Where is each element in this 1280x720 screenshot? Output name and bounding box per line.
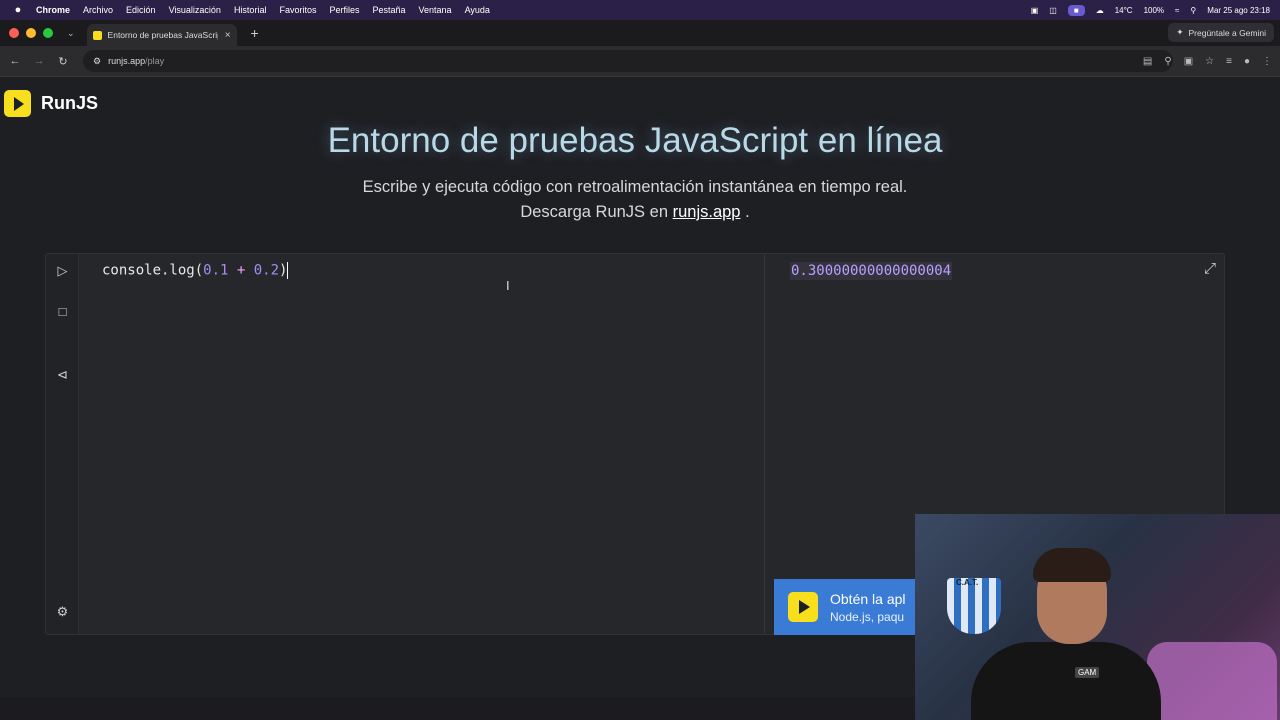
share-icon[interactable]: ⊲: [46, 367, 79, 383]
more-menu-icon[interactable]: ⋮: [1262, 56, 1272, 67]
weather-icon[interactable]: ☁: [1096, 6, 1104, 15]
gemini-button[interactable]: ✦ Pregúntale a Gemini: [1168, 23, 1274, 42]
minimize-window-button[interactable]: [26, 28, 36, 38]
banner-runjs-logo-icon: [788, 592, 818, 622]
tab-search-chevron-icon[interactable]: ⌄: [67, 28, 75, 39]
settings-gear-icon[interactable]: ⚙: [46, 604, 79, 620]
browser-actions: ▤ ⚲ ▣ ☆ ≡ ● ⋮: [1143, 46, 1272, 77]
club-badge-text: C.A.T.: [956, 578, 979, 587]
temperature[interactable]: 14°C: [1115, 6, 1133, 15]
tab-title: Entorno de pruebas JavaScript: [107, 30, 218, 40]
code-editor[interactable]: console.log(0.1 + 0.2): [102, 262, 289, 279]
battery-level[interactable]: 100%: [1144, 6, 1164, 15]
banner-subtitle: Node.js, paqu: [830, 609, 905, 624]
screen-icon[interactable]: ◫: [1049, 6, 1057, 15]
menu-perfiles[interactable]: Perfiles: [329, 5, 359, 15]
hero: Entorno de pruebas JavaScript en línea E…: [0, 121, 1270, 225]
subtitle-line-1: Escribe y ejecuta código con retroalimen…: [362, 178, 908, 196]
run-play-icon[interactable]: ▷: [46, 263, 79, 279]
extension-icon[interactable]: ▣: [1031, 6, 1039, 15]
translate-icon[interactable]: ▤: [1143, 56, 1152, 67]
zoom-icon[interactable]: ⚲: [1164, 56, 1171, 67]
control-pill-icon[interactable]: ■: [1067, 4, 1085, 16]
pane-divider[interactable]: [764, 254, 765, 634]
shirt-logo-text: GAM: [1075, 667, 1100, 678]
person-hair-image: [1033, 548, 1111, 582]
menu-edicion[interactable]: Edición: [126, 5, 156, 15]
page-subtitle: Escribe y ejecuta código con retroalimen…: [0, 175, 1270, 225]
browser-toolbar: ← → ↻ ⚙ runjs.app/play ▤ ⚲ ▣ ☆ ≡ ● ⋮: [0, 46, 1280, 77]
menu-pestana[interactable]: Pestaña: [372, 5, 405, 15]
expand-fullscreen-icon[interactable]: ⤢: [1204, 260, 1216, 277]
reading-list-icon[interactable]: ≡: [1226, 56, 1232, 67]
runjs-brand[interactable]: RunJS: [4, 90, 98, 117]
profile-avatar[interactable]: ●: [1244, 56, 1250, 67]
close-tab-icon[interactable]: ×: [225, 30, 231, 41]
gemini-label: Pregúntale a Gemini: [1188, 27, 1267, 38]
menu-bar-status: ▣ ◫ ■ ☁ 14°C 100% ≈ ⚲ Mar 25 ago 23:18: [1031, 0, 1270, 20]
code-operator: +: [228, 262, 254, 279]
close-window-button[interactable]: [9, 28, 19, 38]
wifi-icon[interactable]: ≈: [1175, 6, 1179, 15]
webcam-overlay: C.A.T. GAM: [915, 514, 1280, 720]
code-number-b: 0.2: [253, 262, 280, 279]
banner-title: Obtén la apl: [830, 590, 906, 607]
code-number-a: 0.1: [203, 262, 229, 279]
page-title: Entorno de pruebas JavaScript en línea: [327, 121, 943, 160]
url-path: /play: [145, 56, 165, 66]
output-value: 0.30000000000000004: [790, 262, 953, 280]
site-info-icon[interactable]: ⚙: [93, 56, 101, 67]
get-app-banner[interactable]: Obtén la apl Node.js, paqu: [774, 579, 916, 635]
browser-tab-strip: ⌄ Entorno de pruebas JavaScript × + ✦ Pr…: [0, 20, 1280, 46]
gemini-spark-icon: ✦: [1176, 27, 1184, 37]
text-caret: [287, 262, 289, 279]
runjs-logo-icon: [4, 90, 31, 117]
person-body-image: [971, 642, 1161, 720]
subtitle-period: .: [745, 203, 750, 221]
menu-ventana[interactable]: Ventana: [419, 5, 452, 15]
subtitle-line-2: Descarga RunJS en runjs.app .: [0, 200, 1270, 225]
install-app-icon[interactable]: ▣: [1184, 56, 1193, 67]
runjs-page: RunJS Entorno de pruebas JavaScript en l…: [0, 77, 1280, 720]
ibeam-cursor-icon: I: [506, 278, 510, 293]
window-controls: [9, 28, 53, 38]
menu-favoritos[interactable]: Favoritos: [279, 5, 316, 15]
spotlight-search-icon[interactable]: ⚲: [1190, 6, 1196, 15]
menu-ayuda[interactable]: Ayuda: [465, 5, 490, 15]
menu-visualizacion[interactable]: Visualización: [169, 5, 221, 15]
brand-name: RunJS: [41, 93, 99, 113]
address-bar[interactable]: ⚙ runjs.app/play: [83, 50, 1173, 72]
url-host: runjs.app: [108, 56, 146, 66]
subtitle-download-text: Descarga RunJS en: [520, 203, 668, 221]
reload-icon[interactable]: ↻: [51, 55, 75, 68]
macos-menu-bar: ● Chrome Archivo Edición Visualización H…: [0, 0, 1280, 20]
datetime[interactable]: Mar 25 ago 23:18: [1207, 6, 1270, 15]
code-function-call: console.log(: [102, 262, 204, 279]
runjs-app-link[interactable]: runjs.app: [673, 203, 741, 221]
menu-historial[interactable]: Historial: [234, 5, 267, 15]
bookmark-star-icon[interactable]: ☆: [1205, 56, 1214, 67]
back-arrow-icon[interactable]: ←: [3, 55, 27, 67]
stop-square-icon[interactable]: □: [46, 304, 79, 319]
browser-tab-active[interactable]: Entorno de pruebas JavaScript ×: [86, 24, 237, 46]
zoom-window-button[interactable]: [43, 28, 53, 38]
forward-arrow-icon[interactable]: →: [27, 55, 51, 67]
menu-chrome[interactable]: Chrome: [36, 5, 70, 15]
apple-icon[interactable]: ●: [0, 4, 36, 16]
new-tab-button[interactable]: +: [251, 25, 259, 41]
editor-toolbar: ▷ □ ⊲ ⚙: [46, 254, 79, 634]
runjs-favicon-icon: [92, 30, 102, 40]
menu-archivo[interactable]: Archivo: [83, 5, 113, 15]
code-close-paren: ): [279, 262, 288, 279]
chair-image: [1147, 642, 1277, 720]
